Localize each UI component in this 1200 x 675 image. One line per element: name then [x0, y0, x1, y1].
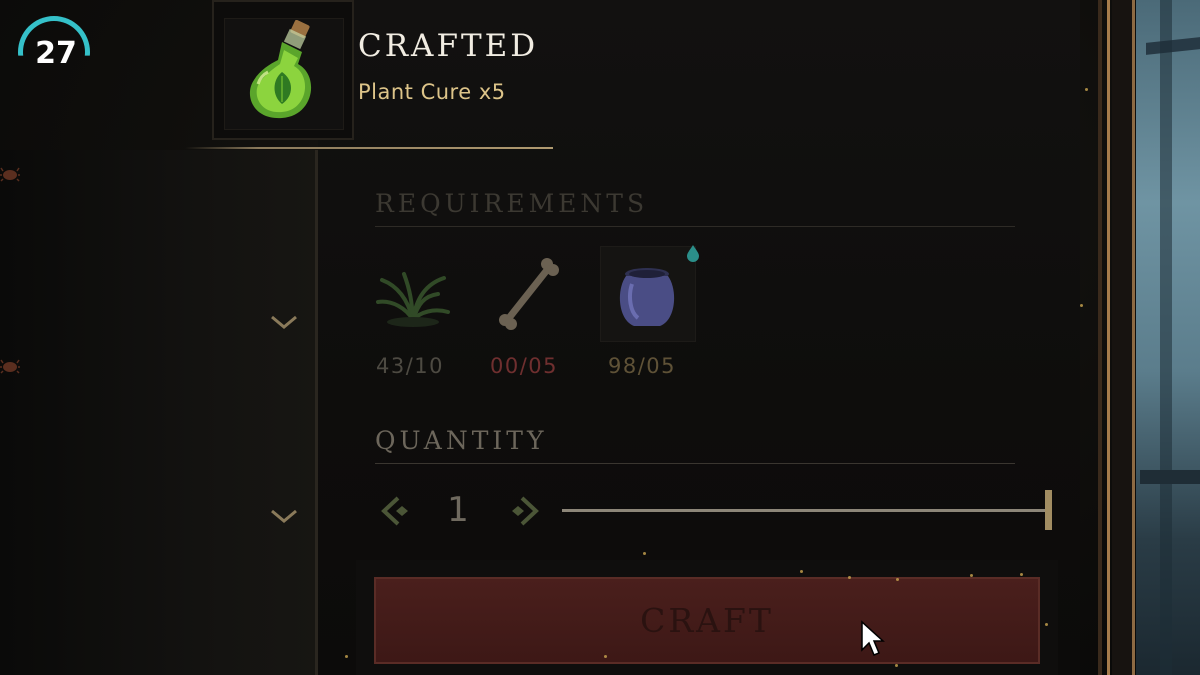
craft-button[interactable]: CRAFT [374, 577, 1040, 664]
mouse-cursor-icon [861, 620, 885, 656]
ember-particle [345, 655, 348, 658]
crafted-item-name: Plant Cure x5 [358, 80, 506, 104]
section-divider [375, 463, 1015, 464]
ember-particle [896, 578, 899, 581]
quantity-value[interactable]: 1 [440, 490, 476, 530]
crafted-title: CRAFTED [358, 28, 539, 64]
panel-border [1132, 0, 1135, 675]
chevron-down-icon[interactable] [268, 312, 300, 332]
water-drop-icon [687, 245, 699, 262]
world-beam [1160, 0, 1172, 675]
green-potion-icon [249, 20, 312, 119]
increase-arrow-icon[interactable] [504, 494, 542, 528]
fiber-plant-icon[interactable] [368, 250, 458, 340]
ember-particle [895, 664, 898, 667]
section-divider [375, 226, 1015, 227]
game-screen: 27 CRAFTED Plant Cure x5 REQUIREMENTS 43… [0, 0, 1200, 675]
requirement-count: 00/05 [490, 354, 559, 378]
panel-border [1098, 0, 1102, 675]
bug-icon [0, 359, 20, 374]
quantity-slider-handle[interactable] [1045, 490, 1052, 530]
quantity-slider-track[interactable] [562, 509, 1046, 512]
quantity-heading: QUANTITY [375, 426, 548, 455]
requirement-count: 98/05 [608, 354, 677, 378]
ember-particle [1020, 573, 1023, 576]
bone-icon[interactable] [485, 250, 575, 340]
world-beam [1140, 470, 1200, 484]
ember-particle [848, 576, 851, 579]
decrease-arrow-icon[interactable] [378, 494, 416, 528]
panel-border [1107, 0, 1110, 675]
crafted-item-slot [212, 0, 354, 140]
craft-button-label: CRAFT [640, 601, 774, 640]
bug-icon [0, 167, 20, 182]
ember-particle [643, 552, 646, 555]
fps-value: 27 [35, 36, 77, 71]
chevron-down-icon[interactable] [268, 506, 300, 526]
ember-particle [970, 574, 973, 577]
clay-jar-icon[interactable] [602, 250, 692, 340]
ember-particle [1080, 304, 1083, 307]
header-divider [185, 147, 553, 149]
recipe-list [0, 150, 318, 675]
requirement-count: 43/10 [376, 354, 445, 378]
ember-particle [1045, 623, 1048, 626]
ember-particle [604, 655, 607, 658]
panel-border [1112, 0, 1132, 675]
ember-particle [1085, 88, 1088, 91]
ember-particle [800, 570, 803, 573]
fps-counter: 27 [18, 16, 96, 72]
requirements-heading: REQUIREMENTS [375, 189, 649, 218]
